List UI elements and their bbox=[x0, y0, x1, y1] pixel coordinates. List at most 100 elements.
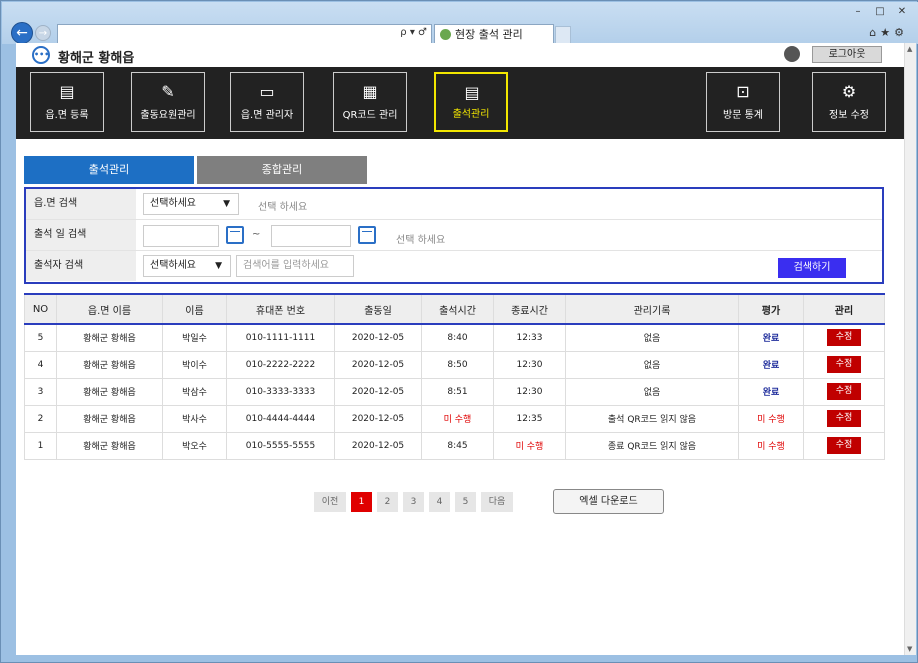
cell-date: 2020-12-05 bbox=[334, 324, 422, 352]
menu-visit-stats[interactable]: ⊡ 방문 통계 bbox=[706, 72, 780, 132]
cell-eval: 완료 bbox=[738, 351, 804, 379]
address-tools[interactable]: ρ ▾ ♂ bbox=[400, 27, 427, 38]
cell-eval: 완료 bbox=[738, 378, 804, 406]
cell-start: 8:40 bbox=[421, 324, 494, 352]
close-icon[interactable]: ✕ bbox=[892, 5, 912, 19]
edit-button[interactable]: 수정 bbox=[827, 383, 861, 400]
table-row: 3 황해군 황해읍 박삼수 010-3333-3333 2020-12-05 8… bbox=[24, 378, 885, 406]
browser-tab[interactable]: 현장 출석 관리 bbox=[434, 24, 554, 45]
page-button[interactable]: 2 bbox=[377, 492, 398, 512]
favicon-icon bbox=[440, 29, 451, 40]
maximize-icon[interactable]: □ bbox=[870, 5, 890, 19]
date-range-tilde: ~ bbox=[252, 229, 261, 240]
settings-gear-icon[interactable]: ⚙ bbox=[894, 26, 908, 39]
attendance-doc-icon: ▤ bbox=[464, 83, 480, 102]
menu-attendance[interactable]: ▤ 출석관리 bbox=[434, 72, 508, 132]
keyword-input[interactable]: 검색어를 입력하세요 bbox=[236, 255, 354, 277]
search-row-town: 읍.면 검색 선택하세요 ▼ 선택 하세요 bbox=[26, 189, 882, 220]
cell-no: 5 bbox=[24, 324, 57, 352]
forward-button[interactable]: → bbox=[35, 25, 51, 41]
menu-label: QR코드 관리 bbox=[342, 110, 398, 121]
cell-date: 2020-12-05 bbox=[334, 378, 422, 406]
edit-button[interactable]: 수정 bbox=[827, 410, 861, 427]
scroll-down-icon[interactable]: ▼ bbox=[907, 645, 912, 653]
menu-town-admin[interactable]: ▭ 읍.면 관리자 bbox=[230, 72, 304, 132]
cell-date: 2020-12-05 bbox=[334, 351, 422, 379]
menu-label: 출석관리 bbox=[452, 109, 490, 120]
edit-button[interactable]: 수정 bbox=[827, 329, 861, 347]
edit-button[interactable]: 수정 bbox=[827, 437, 861, 454]
menu-qr-management[interactable]: ▦ QR코드 관리 bbox=[333, 72, 407, 132]
cell-date: 2020-12-05 bbox=[334, 432, 422, 460]
calendar-icon[interactable] bbox=[358, 226, 376, 244]
menu-staff-management[interactable]: ✎ 출동요원관리 bbox=[131, 72, 205, 132]
excel-download-button[interactable]: 엑셀 다운로드 bbox=[553, 489, 664, 514]
cell-name: 박일수 bbox=[162, 324, 227, 352]
menu-label: 정보 수정 bbox=[829, 110, 869, 121]
cell-name: 박오수 bbox=[162, 432, 227, 460]
end-date-input[interactable] bbox=[271, 225, 351, 247]
minimize-icon[interactable]: – bbox=[848, 5, 868, 19]
attendee-select[interactable]: 선택하세요 ▼ bbox=[143, 255, 231, 277]
cell-start: 8:51 bbox=[421, 378, 494, 406]
cell-record: 없음 bbox=[565, 324, 739, 352]
cell-town: 황해군 황해읍 bbox=[56, 324, 163, 352]
cell-manage: 수정 bbox=[803, 378, 885, 406]
page-button[interactable]: 4 bbox=[429, 492, 450, 512]
search-row-attendee: 출석자 검색 선택하세요 ▼ 검색어를 입력하세요 bbox=[26, 251, 882, 282]
page-button[interactable]: 5 bbox=[455, 492, 476, 512]
page-button[interactable]: 3 bbox=[403, 492, 424, 512]
cell-town: 황해군 황해읍 bbox=[56, 405, 163, 433]
cell-no: 3 bbox=[24, 378, 57, 406]
cell-end: 12:30 bbox=[493, 351, 566, 379]
search-label-date: 출석 일 검색 bbox=[26, 220, 136, 250]
menu-register-town[interactable]: ▤ 읍.면 등록 bbox=[30, 72, 104, 132]
address-bar[interactable]: ρ ▾ ♂ bbox=[57, 24, 432, 44]
calendar-icon[interactable] bbox=[226, 226, 244, 244]
page-button[interactable]: 1 bbox=[351, 492, 372, 512]
prev-page-button[interactable]: 이전 bbox=[314, 492, 346, 512]
new-tab-button[interactable] bbox=[555, 26, 571, 44]
menu-label: 읍.면 관리자 bbox=[240, 110, 294, 121]
start-date-input[interactable] bbox=[143, 225, 219, 247]
main-menu: ▤ 읍.면 등록 ✎ 출동요원관리 ▭ 읍.면 관리자 ▦ QR코드 관리 ▤ … bbox=[16, 67, 904, 139]
logout-button[interactable]: 로그아웃 bbox=[812, 46, 882, 63]
scroll-up-icon[interactable]: ▲ bbox=[907, 45, 912, 53]
menu-label: 방문 통계 bbox=[723, 110, 763, 121]
cell-phone: 010-2222-2222 bbox=[226, 351, 335, 379]
cell-name: 박삼수 bbox=[162, 378, 227, 406]
search-label-attendee: 출석자 검색 bbox=[26, 251, 136, 281]
browser-tab-title: 현장 출석 관리 bbox=[455, 28, 523, 41]
browser-toolbar-icons: ⌂★⚙ bbox=[869, 26, 908, 39]
search-label-town: 읍.면 검색 bbox=[26, 189, 136, 219]
tab-summary[interactable]: 종합관리 bbox=[197, 156, 367, 184]
menu-edit-info[interactable]: ⚙ 정보 수정 bbox=[812, 72, 886, 132]
tab-attendance[interactable]: 출석관리 bbox=[24, 156, 194, 184]
town-select[interactable]: 선택하세요 ▼ bbox=[143, 193, 239, 215]
table-header-row: NO 읍.면 이름 이름 휴대폰 번호 출동일 출석시간 종료시간 관리기록 평… bbox=[24, 293, 885, 325]
gear-icon: ⚙ bbox=[841, 82, 857, 101]
cell-record: 종료 QR코드 읽지 않음 bbox=[565, 432, 739, 460]
cell-start: 8:45 bbox=[421, 432, 494, 460]
site-title: 황해군 황해읍 bbox=[58, 51, 135, 66]
search-button[interactable]: 검색하기 bbox=[778, 258, 846, 278]
vertical-scrollbar[interactable]: ▲ ▼ bbox=[904, 43, 916, 655]
top-header: ••• 황해군 황해읍 로그아웃 bbox=[16, 43, 904, 67]
next-page-button[interactable]: 다음 bbox=[481, 492, 513, 512]
col-phone: 휴대폰 번호 bbox=[226, 293, 335, 325]
back-button[interactable]: ← bbox=[11, 22, 33, 44]
cell-manage: 수정 bbox=[803, 351, 885, 379]
cell-town: 황해군 황해읍 bbox=[56, 378, 163, 406]
home-icon[interactable]: ⌂ bbox=[869, 26, 880, 39]
table-row: 4 황해군 황해읍 박이수 010-2222-2222 2020-12-05 8… bbox=[24, 351, 885, 379]
cell-phone: 010-4444-4444 bbox=[226, 405, 335, 433]
edit-button[interactable]: 수정 bbox=[827, 356, 861, 373]
favorites-star-icon[interactable]: ★ bbox=[880, 26, 894, 39]
cell-record: 출석 QR코드 읽지 않음 bbox=[565, 405, 739, 433]
cell-manage: 수정 bbox=[803, 432, 885, 460]
col-date: 출동일 bbox=[334, 293, 422, 325]
dropdown-arrow-icon: ▼ bbox=[215, 261, 222, 271]
col-town: 읍.면 이름 bbox=[56, 293, 163, 325]
search-panel: 읍.면 검색 선택하세요 ▼ 선택 하세요 출석 일 검색 ~ 선택 하세요 출… bbox=[24, 187, 884, 284]
cell-manage: 수정 bbox=[803, 405, 885, 433]
